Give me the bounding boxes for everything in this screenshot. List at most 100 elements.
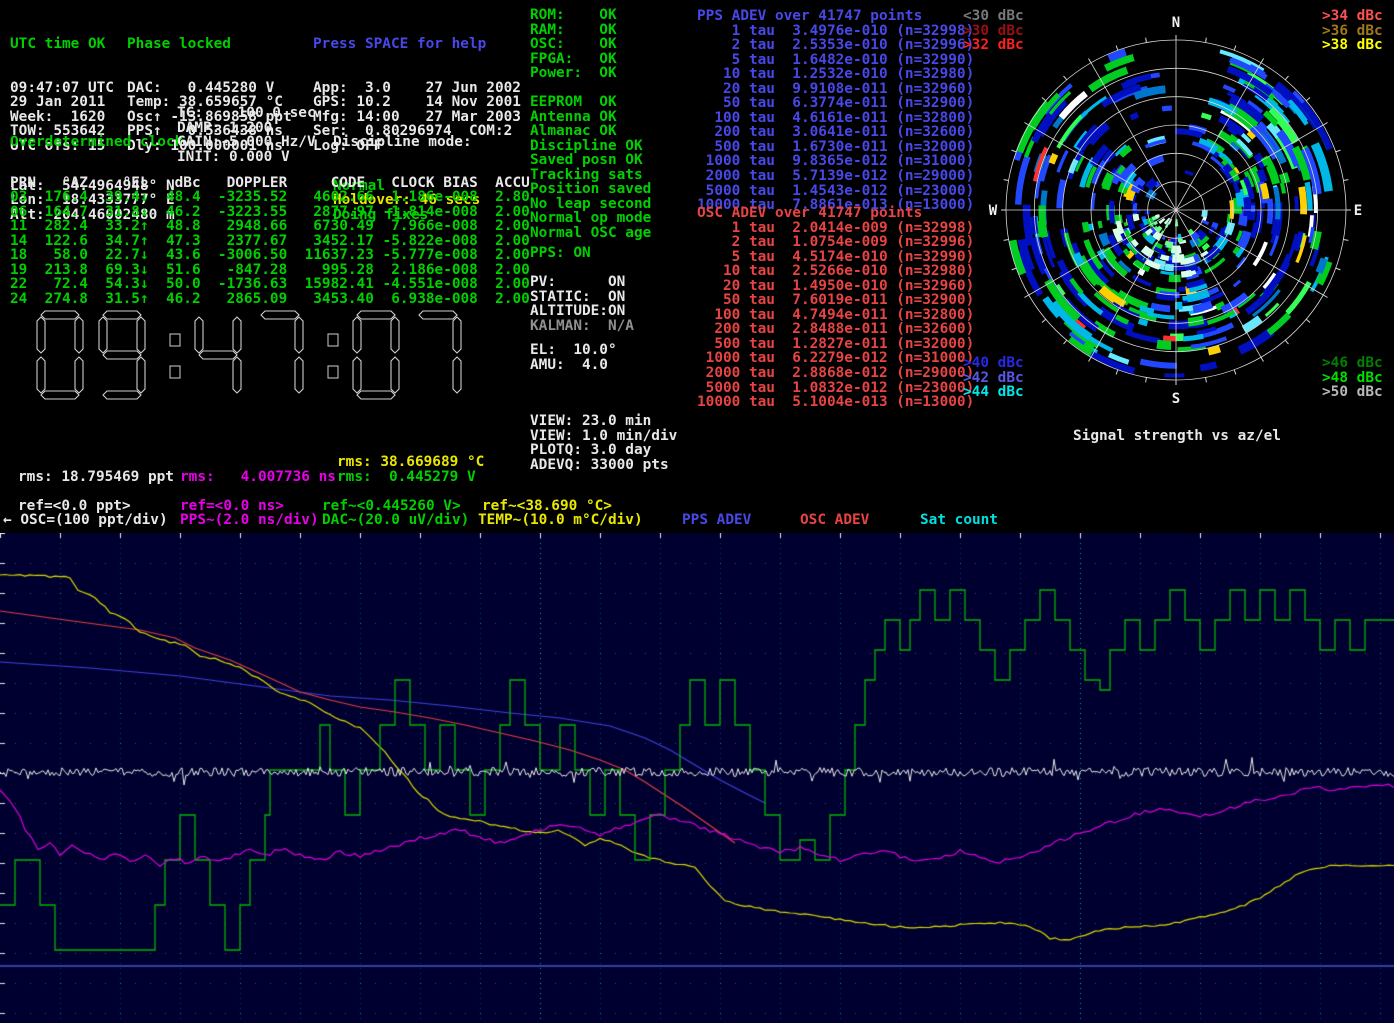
azimuth-tick [1064,76,1067,80]
signal-blob [1143,233,1146,237]
text-line: Normal op mode [530,211,651,226]
azimuth-tick [1116,370,1118,375]
text-line: Almanac OK [530,124,651,139]
signal-blob [1161,272,1175,274]
rms-pps-label: rms: 4.007736 ns [180,470,336,485]
strip-chart[interactable] [0,533,1394,1023]
pps-adev-plot-label: PPS ADEV [682,513,751,528]
signal-blob [1202,115,1212,118]
azimuth-tick [1306,98,1310,101]
azimuth-tick [1206,377,1207,382]
signal-blob [1161,257,1169,259]
signal-blob [1263,184,1266,199]
hardware-status-list: ROM: OKRAM: OKOSC: OKFPGA: OKPower: OK [530,8,617,81]
signal-blob [1089,224,1090,231]
version-lines: App: 3.0 27 Jun 2002GPS: 10.2 14 Nov 200… [313,81,521,96]
signal-blob [1163,237,1166,238]
sat-row: 06 164.7 31.8↓ 46.2 -3223.55 2877.97 -1.… [10,205,530,220]
azimuth-tick [1323,295,1327,298]
signal-blob [1131,115,1138,118]
signal-blob [1208,349,1220,352]
scale-temp-label: TEMP~(10.0 m°C/div) [478,513,643,528]
text-line: ADEVQ: 33000 pts [530,458,677,473]
azimuth-tick [1234,46,1236,51]
utc-status-title: UTC time OK [10,37,114,52]
rms-dac-label: rms: 0.445279 V [337,470,476,485]
signal-blob [1178,289,1185,290]
signal-blob [1296,196,1297,211]
adev-row: 5 tau 4.5174e-010 (n=32990) [697,250,974,265]
adev-row: 10 tau 1.2532e-010 (n=32980) [697,67,974,82]
signal-blob [1319,259,1324,273]
signal-blob [1237,258,1245,268]
signal-blob [1140,362,1177,366]
text-line: Position saved [530,182,651,197]
adev-title: OSC ADEV over 41747 points [697,206,974,221]
text-line: PV: ON [530,275,634,290]
signal-blob [1148,181,1155,188]
utc-status-lines: 09:47:07 UTC29 Jan 2011Week: 1620TOW: 55… [10,81,114,96]
signal-blob [1276,187,1279,219]
azimuth-tick [1042,319,1046,322]
scale-osc-label: ← OSC=(100 ppt/div) [3,513,168,528]
view-queue-list: VIEW: 23.0 minVIEW: 1.0 min/divPLOTQ: 3.… [530,414,677,472]
signal-blob [1239,193,1241,207]
azimuth-tick [1089,357,1092,361]
pps-state: PPS: ON [530,246,591,261]
signal-blob [1165,267,1174,268]
signal-blob [1157,215,1158,218]
scale-pps-label: PPS~(2.0 ns/div) [180,513,319,528]
adev-row: 2000 tau 2.8868e-012 (n=29000) [697,366,974,381]
sat-row: 14 122.6 34.7↑ 47.3 2377.67 3452.17 -5.8… [10,234,530,249]
signal-blob [1302,103,1330,149]
signal-blob [1203,245,1208,249]
signal-blob [1180,259,1194,262]
signal-blob [1125,250,1129,255]
signal-blob [1192,234,1197,238]
text-line: PLOTQ: 3.0 day [530,443,677,458]
signal-blob [1307,182,1310,210]
adev-row: 5 tau 1.6482e-010 (n=32990) [697,53,974,68]
osc-adev-plot-label: OSC ADEV [800,513,869,528]
adev-row: 100 tau 4.7494e-011 (n=32800) [697,308,974,323]
adev-row: 200 tau 3.0641e-011 (n=32600) [697,125,974,140]
text-line: ROM: OK [530,8,617,23]
position-title: Overdetermined clock [10,135,183,150]
text-line: VIEW: 23.0 min [530,414,677,429]
adev-row: 10 tau 2.5266e-010 (n=32980) [697,264,974,279]
signal-blob [1244,319,1260,330]
signal-blob [1018,156,1027,204]
text-line: DAC: 0.445280 V [127,81,292,96]
signal-blob [1103,234,1108,245]
adev-row: 1 tau 3.4976e-010 (n=32998) [697,24,974,39]
signal-blob [1157,296,1175,298]
signal-blob [1181,273,1192,275]
adev-row: 500 tau 1.2827e-011 (n=32000) [697,337,974,352]
azimuth-tick [1089,58,1092,62]
cardinal-west: W [989,203,998,219]
text-line: VIEW: 1.0 min/div [530,429,677,444]
signal-blob [1287,282,1309,313]
gps-status-list: EEPROM OKAntenna OKAlmanac OKDiscipline … [530,95,651,240]
cardinal-south: S [1172,391,1180,407]
azimuth-tick [1323,123,1327,126]
adev-row: 500 tau 1.6730e-011 (n=32000) [697,140,974,155]
azimuth-tick [1343,180,1348,181]
signal-blob [1270,166,1277,184]
signal-blob [1167,245,1173,246]
adev-row: 5000 tau 1.0832e-012 (n=23000) [697,381,974,396]
sat-count-plot-label: Sat count [920,513,998,528]
text-line: STATIC: ON [530,290,634,305]
cardinal-north: N [1172,15,1180,31]
text-line: Antenna OK [530,110,651,125]
signal-blob [1133,276,1151,285]
signal-blob [1111,201,1112,223]
signal-blob [1157,344,1171,345]
text-line: Tracking sats [530,168,651,183]
signal-blob [1140,186,1142,189]
lady-heather-screen: UTC time OK 09:47:07 UTC29 Jan 2011Week:… [0,0,1394,1023]
azimuth-tick [1012,150,1017,152]
signal-blob [1172,258,1184,259]
text-line: App: 3.0 27 Jun 2002 [313,81,521,96]
signal-blob [1178,240,1183,241]
